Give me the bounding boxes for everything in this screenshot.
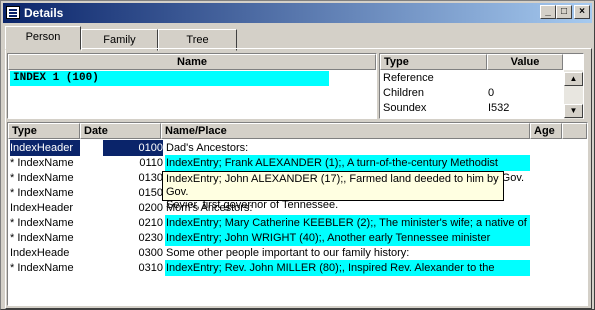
details-window-icon[interactable] <box>6 6 20 19</box>
maximize-icon: □ <box>560 6 568 17</box>
tooltip: IndexEntry; John ALEXANDER (17);, Farmed… <box>162 171 504 211</box>
attribute-type: Reference <box>383 72 434 84</box>
event-name-place: IndexEntry; Mary Catherine KEEBLER (2);,… <box>165 215 530 231</box>
tooltip-line: Sevier, first governor of Tennessee. <box>166 199 339 211</box>
type-column-header[interactable]: Type <box>8 123 80 139</box>
event-type: * IndexName <box>10 172 74 184</box>
event-date: 0130 <box>138 172 163 184</box>
window-title: Details <box>24 6 64 20</box>
attribute-type: Children <box>383 87 424 99</box>
event-name-place: IndexEntry; John WRIGHT (40);, Another e… <box>165 230 530 246</box>
event-row[interactable]: * IndexName 0230 IndexEntry; John WRIGHT (… <box>8 230 588 246</box>
attribute-value: 0 <box>488 87 495 99</box>
scroll-up-button[interactable]: ▲ <box>564 72 583 86</box>
event-row[interactable]: IndexHeader 0100 Dad's Ancestors: <box>8 140 588 156</box>
name-item[interactable]: INDEX 1 (100) <box>10 71 329 86</box>
value-column-header[interactable]: Value <box>487 54 563 70</box>
event-name-place: Some other people important to our famil… <box>166 247 410 259</box>
details-window: Details _ □ × Person Family Tree Name IN… <box>0 0 595 310</box>
event-type: IndexHeader <box>10 140 80 156</box>
event-type: * IndexName <box>10 262 74 274</box>
event-date: 0100 <box>103 140 163 156</box>
event-date: 0110 <box>139 157 163 169</box>
attributes-list[interactable]: Type Value Reference Children 0 Soundex … <box>379 53 584 119</box>
event-name-place: IndexEntry; Rev. John MILLER (80);, Insp… <box>165 260 530 276</box>
arrow-down-icon: ▼ <box>569 106 578 115</box>
filler-column-header <box>562 123 587 139</box>
tab-person[interactable]: Person <box>5 26 81 50</box>
date-column-header[interactable]: Date <box>80 123 161 139</box>
event-date: 0300 <box>138 247 163 259</box>
close-button[interactable]: × <box>574 5 590 19</box>
close-icon: × <box>579 6 585 17</box>
event-date: 0310 <box>138 262 163 274</box>
maximize-button[interactable]: □ <box>556 5 572 19</box>
event-type: IndexHeader <box>10 202 73 214</box>
event-row[interactable]: IndexHeade 0300 Some other people importan… <box>8 245 588 261</box>
arrow-up-icon: ▲ <box>569 74 578 83</box>
event-type: * IndexName <box>10 187 74 199</box>
name-column-header[interactable]: Name <box>8 54 376 70</box>
event-type: * IndexName <box>10 232 74 244</box>
type-column-header[interactable]: Type <box>380 54 487 70</box>
title-bar[interactable]: Details _ □ × <box>3 3 592 23</box>
event-name-place: IndexEntry; Frank ALEXANDER (1);, A turn… <box>165 155 530 171</box>
attribute-type: Soundex <box>383 102 427 114</box>
events-list[interactable]: Type Date Name/Place Age IndexHeader 0100… <box>7 122 588 306</box>
name-place-column-header[interactable]: Name/Place <box>161 123 530 139</box>
tooltip-line: IndexEntry; John ALEXANDER (17);, Farmed… <box>166 173 499 198</box>
event-row[interactable]: * IndexName 0110 IndexEntry; Frank ALEXAND… <box>8 155 588 171</box>
attribute-value: I532 <box>488 102 510 114</box>
event-row[interactable]: * IndexName 0210 IndexEntry; Mary Catherin… <box>8 215 588 231</box>
event-type: * IndexName <box>10 217 74 229</box>
event-type: * IndexName <box>10 157 74 169</box>
event-row[interactable]: * IndexName 0310 IndexEntry; Rev. John MIL… <box>8 260 588 276</box>
event-name-place: Dad's Ancestors: <box>166 142 249 154</box>
minimize-icon: _ <box>545 6 551 17</box>
event-date: 0210 <box>138 217 163 229</box>
event-type: IndexHeade <box>10 247 70 259</box>
event-date: 0230 <box>138 232 163 244</box>
event-date: 0150 <box>138 187 163 199</box>
vertical-scrollbar[interactable]: ▲ ▼ <box>564 70 583 119</box>
event-date: 0200 <box>138 202 163 214</box>
minimize-button[interactable]: _ <box>540 5 556 19</box>
age-column-header[interactable]: Age <box>530 123 562 139</box>
name-list[interactable]: Name INDEX 1 (100) <box>7 53 377 119</box>
scroll-down-button[interactable]: ▼ <box>564 104 583 118</box>
